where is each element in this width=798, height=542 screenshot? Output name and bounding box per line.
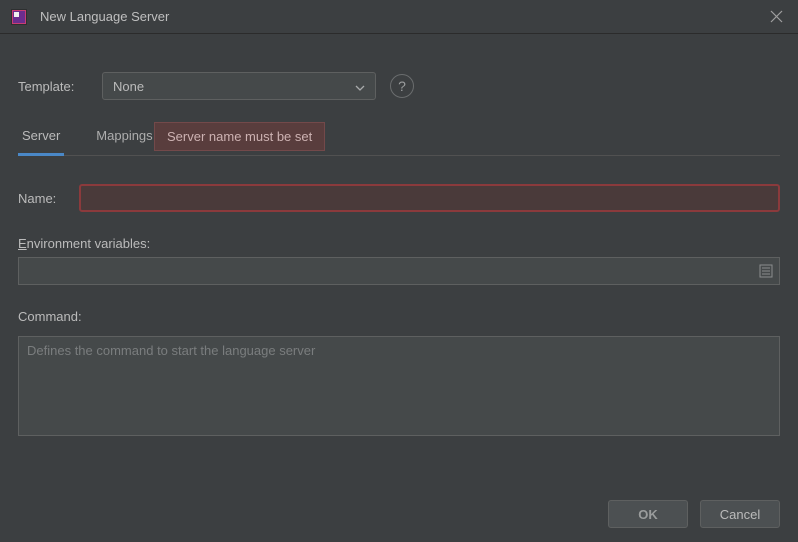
command-input[interactable] (18, 336, 780, 436)
command-label: Command: (18, 309, 780, 324)
template-row: Template: None ? (18, 72, 780, 100)
chevron-down-icon (355, 79, 365, 94)
template-label: Template: (18, 79, 102, 94)
app-icon (10, 8, 28, 26)
dialog-content: Template: None ? Server Mappings Server … (0, 34, 798, 439)
tab-server[interactable]: Server (18, 122, 64, 156)
tabs: Server Mappings Server name must be set (18, 122, 780, 156)
name-row: Name: (18, 184, 780, 212)
command-row: Command: (18, 309, 780, 439)
env-row: Environment variables: (18, 236, 780, 285)
dialog-buttons: OK Cancel (608, 500, 780, 528)
close-icon[interactable] (764, 5, 788, 29)
name-input[interactable] (79, 184, 780, 212)
template-select[interactable]: None (102, 72, 376, 100)
window-title: New Language Server (40, 9, 169, 24)
cancel-button[interactable]: Cancel (700, 500, 780, 528)
validation-tooltip: Server name must be set (154, 122, 325, 151)
list-icon[interactable] (757, 262, 775, 280)
env-input[interactable] (18, 257, 780, 285)
name-label: Name: (18, 191, 79, 206)
tab-mappings[interactable]: Mappings (92, 122, 156, 155)
template-value: None (113, 79, 144, 94)
ok-button[interactable]: OK (608, 500, 688, 528)
help-icon[interactable]: ? (390, 74, 414, 98)
titlebar: New Language Server (0, 0, 798, 34)
env-label: Environment variables: (18, 236, 780, 251)
